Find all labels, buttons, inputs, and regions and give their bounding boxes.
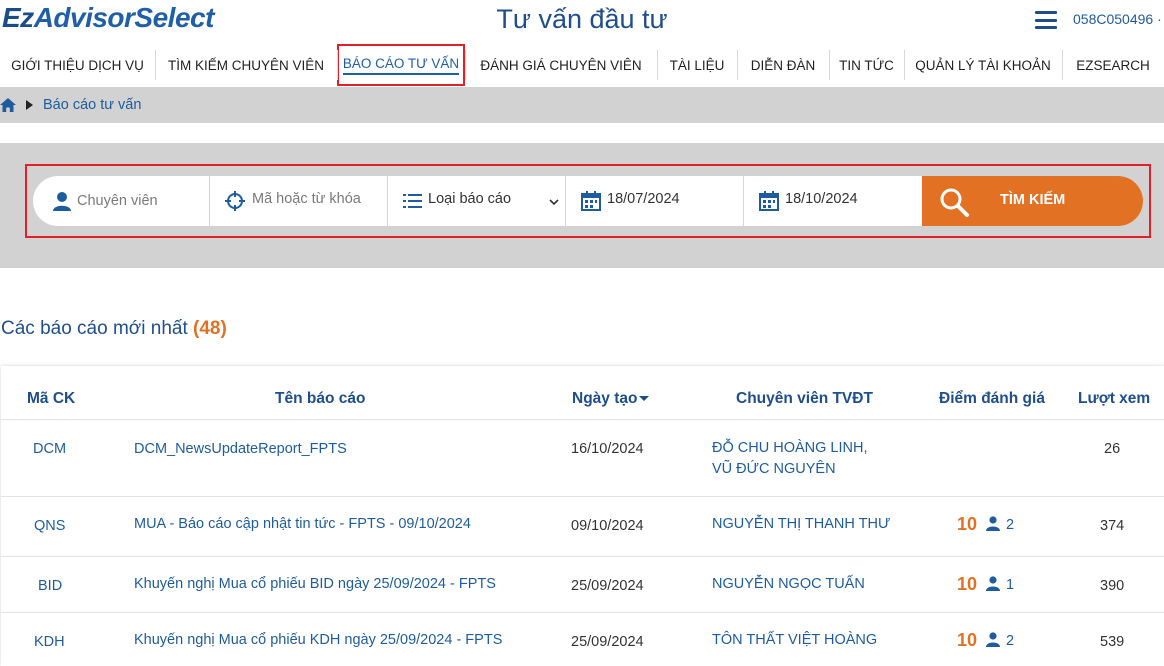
row-report-name[interactable]: MUA - Báo cáo cập nhật tin tức - FPTS - … xyxy=(134,516,471,532)
row-report-name[interactable]: DCM_NewsUpdateReport_FPTS xyxy=(134,441,347,457)
hamburger-menu-icon[interactable] xyxy=(1035,11,1057,29)
row-score: 10 xyxy=(957,514,978,534)
main-nav: GIỚI THIỆU DỊCH VỤ TÌM KIẾM CHUYÊN VIÊN … xyxy=(0,44,1164,86)
row-views: 26 xyxy=(1104,441,1121,457)
from-date-value: 18/07/2024 xyxy=(607,191,680,207)
nav-label: QUẢN LÝ TÀI KHOẢN xyxy=(915,57,1051,73)
row-votes: 2 xyxy=(1006,517,1015,533)
row-votes: 1 xyxy=(1006,577,1015,593)
row-report-name[interactable]: Khuyến nghị Mua cổ phiếu KDH ngày 25/09/… xyxy=(134,632,502,648)
account-id[interactable]: 058C050496 · xyxy=(1073,11,1162,27)
search-highlight-frame: Chuyên viên Mã hoặc từ khóa Loại báo cáo xyxy=(25,164,1151,238)
home-icon[interactable] xyxy=(0,98,16,112)
crosshair-icon xyxy=(224,190,246,212)
row-code[interactable]: DCM xyxy=(33,441,66,457)
breadcrumb-current[interactable]: Báo cáo tư vấn xyxy=(43,97,141,113)
user-icon xyxy=(985,575,1001,591)
breadcrumb: Báo cáo tư vấn xyxy=(0,87,1164,123)
calendar-icon xyxy=(758,190,780,212)
user-icon xyxy=(985,631,1001,647)
to-date-value: 18/10/2024 xyxy=(785,191,858,207)
nav-item-tim-kiem-chuyen-vien[interactable]: TÌM KIẾM CHUYÊN VIÊN xyxy=(155,44,337,86)
table-row[interactable]: QNS MUA - Báo cáo cập nhật tin tức - FPT… xyxy=(1,497,1164,557)
list-icon xyxy=(402,190,424,212)
nav-item-tin-tuc[interactable]: TIN TỨC xyxy=(829,44,904,86)
keyword-placeholder: Mã hoặc từ khóa xyxy=(252,191,361,207)
expert-placeholder: Chuyên viên xyxy=(77,193,158,209)
section-title-text: Các báo cáo mới nhất xyxy=(1,318,188,339)
row-score: 10 xyxy=(957,574,978,594)
row-code[interactable]: BID xyxy=(38,578,62,594)
report-count: (48) xyxy=(193,318,227,339)
report-type-value: Loại báo cáo xyxy=(428,191,512,207)
table-header: Mã CK Tên báo cáo Ngày tạo Chuyên viên T… xyxy=(1,366,1164,420)
row-report-name[interactable]: Khuyến nghị Mua cổ phiếu BID ngày 25/09/… xyxy=(134,576,496,592)
nav-item-dien-dan[interactable]: DIỄN ĐÀN xyxy=(737,44,829,86)
nav-label: TÌM KIẾM CHUYÊN VIÊN xyxy=(167,57,324,73)
user-icon xyxy=(985,515,1001,531)
section-title: Các báo cáo mới nhất (48) xyxy=(1,318,227,340)
nav-label: EZSEARCH xyxy=(1076,57,1150,73)
col-header-views[interactable]: Lượt xem xyxy=(1078,390,1150,408)
row-expert-1[interactable]: NGUYỄN NGỌC TUẤN xyxy=(712,574,865,595)
row-votes: 2 xyxy=(1006,633,1015,649)
row-score: 10 xyxy=(957,630,978,650)
table-row[interactable]: BID Khuyến nghị Mua cổ phiếu BID ngày 25… xyxy=(1,557,1164,613)
nav-label: DIỄN ĐÀN xyxy=(750,57,816,73)
row-expert-1[interactable]: ĐỖ CHU HOÀNG LINH, xyxy=(712,438,868,459)
row-views: 539 xyxy=(1100,634,1125,650)
col-header-score[interactable]: Điểm đánh giá xyxy=(939,390,1045,408)
search-panel: Chuyên viên Mã hoặc từ khóa Loại báo cáo xyxy=(0,143,1164,268)
calendar-icon xyxy=(580,190,602,212)
row-date: 25/09/2024 xyxy=(571,634,644,650)
col-header-expert[interactable]: Chuyên viên TVĐT xyxy=(736,390,873,408)
search-button-label: TÌM KIẾM xyxy=(1000,192,1066,208)
user-icon xyxy=(51,190,73,212)
nav-label: TÀI LIỆU xyxy=(669,57,725,73)
col-header-code[interactable]: Mã CK xyxy=(27,390,75,408)
from-date-input[interactable]: 18/07/2024 xyxy=(566,176,744,226)
row-code[interactable]: QNS xyxy=(34,518,65,534)
search-bar: Chuyên viên Mã hoặc từ khóa Loại báo cáo xyxy=(33,176,1143,226)
nav-label: TIN TỨC xyxy=(839,57,894,73)
row-date: 09/10/2024 xyxy=(571,518,644,534)
search-button[interactable]: TÌM KIẾM xyxy=(922,176,1143,226)
row-expert-2[interactable]: VŨ ĐỨC NGUYÊN xyxy=(712,459,836,480)
row-views: 374 xyxy=(1100,518,1125,534)
row-date: 16/10/2024 xyxy=(571,441,644,457)
breadcrumb-arrow-icon xyxy=(26,100,33,110)
row-code[interactable]: KDH xyxy=(34,634,65,650)
row-expert-1[interactable]: TÔN THẤT VIỆT HOÀNG xyxy=(712,630,877,651)
col-header-date-label: Ngày tạo xyxy=(572,390,638,407)
nav-item-danh-gia-chuyen-vien[interactable]: ĐÁNH GIÁ CHUYÊN VIÊN xyxy=(465,44,657,86)
row-expert-1[interactable]: NGUYỄN THỊ THANH THƯ xyxy=(712,514,890,535)
chevron-down-icon xyxy=(549,195,559,206)
nav-item-quan-ly-tai-khoan[interactable]: QUẢN LÝ TÀI KHOẢN xyxy=(904,44,1062,86)
top-header: EzAdvisorSelect Tư vấn đầu tư 058C050496… xyxy=(0,0,1164,40)
sort-desc-icon[interactable] xyxy=(639,396,650,402)
nav-item-tai-lieu[interactable]: TÀI LIỆU xyxy=(657,44,737,86)
reports-table: Mã CK Tên báo cáo Ngày tạo Chuyên viên T… xyxy=(1,366,1164,666)
nav-label: BÁO CÁO TƯ VẤN xyxy=(342,56,460,75)
row-views: 390 xyxy=(1100,578,1125,594)
nav-item-ezsearch[interactable]: EZSEARCH xyxy=(1062,44,1164,86)
row-date: 25/09/2024 xyxy=(571,578,644,594)
table-row[interactable]: DCM DCM_NewsUpdateReport_FPTS 16/10/2024… xyxy=(1,421,1164,497)
nav-label: GIỚI THIỆU DỊCH VỤ xyxy=(11,57,144,73)
nav-item-bao-cao-tu-van[interactable]: BÁO CÁO TƯ VẤN xyxy=(337,44,465,86)
to-date-input[interactable]: 18/10/2024 xyxy=(744,176,922,226)
table-row[interactable]: KDH Khuyến nghị Mua cổ phiếu KDH ngày 25… xyxy=(1,613,1164,666)
keyword-input[interactable]: Mã hoặc từ khóa xyxy=(210,176,388,226)
magnifier-icon xyxy=(938,186,970,218)
expert-input[interactable]: Chuyên viên xyxy=(33,176,210,226)
nav-item-gioi-thieu[interactable]: GIỚI THIỆU DỊCH VỤ xyxy=(0,44,155,86)
nav-label: ĐÁNH GIÁ CHUYÊN VIÊN xyxy=(480,57,642,73)
page-title: Tư vấn đầu tư xyxy=(496,4,668,34)
report-type-select[interactable]: Loại báo cáo xyxy=(388,176,566,226)
col-header-name[interactable]: Tên báo cáo xyxy=(275,390,365,408)
col-header-date[interactable]: Ngày tạo xyxy=(572,390,650,408)
